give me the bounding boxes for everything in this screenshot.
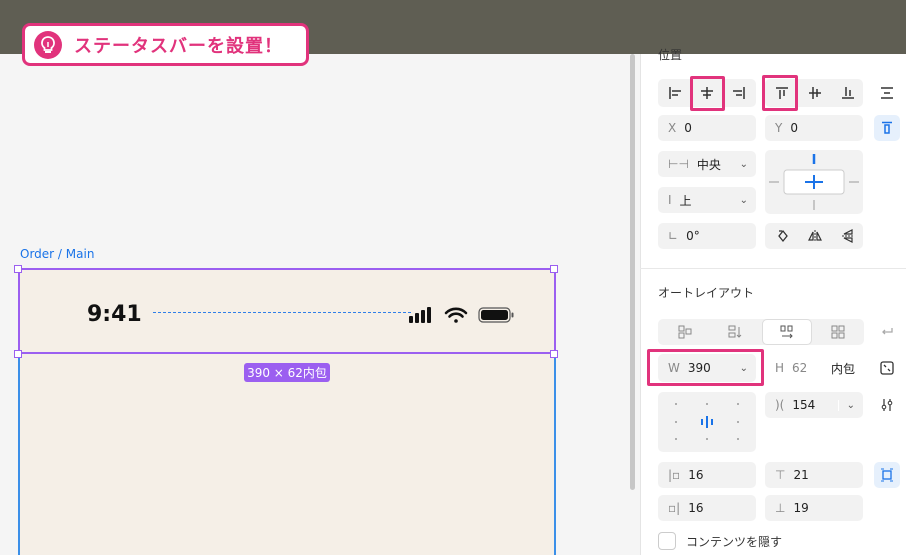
height-value: 62	[792, 361, 808, 375]
section-divider	[640, 268, 906, 269]
remove-autolayout-icon[interactable]	[874, 320, 900, 344]
chevron-down-icon: ⌄	[837, 399, 855, 411]
x-value: 0	[684, 121, 692, 135]
rotate-90-icon[interactable]	[770, 224, 796, 248]
horizontal-constraint-value: 中央	[696, 157, 721, 172]
clip-content-label: コンテンツを隠す	[686, 535, 783, 549]
y-field[interactable]: Y 0	[765, 115, 863, 141]
rotation-icon: ∟	[668, 229, 679, 243]
individual-padding-icon	[881, 468, 893, 482]
vertical-constraint-select[interactable]: I 上 ⌄	[658, 187, 756, 213]
y-label: Y	[775, 121, 783, 135]
wifi-icon	[444, 307, 468, 323]
spacing-guide	[153, 312, 411, 313]
layout-grid-icon[interactable]	[815, 320, 861, 344]
layout-vertical-icon[interactable]	[712, 320, 758, 344]
padding-bottom-field[interactable]: ⊥ 19	[765, 495, 863, 521]
highlight-width	[647, 349, 764, 386]
gap-value: 154	[792, 398, 816, 412]
dimension-tag: 390 × 62内包	[244, 363, 330, 382]
align-middle-v-icon[interactable]	[802, 81, 828, 105]
constraint-top-icon	[882, 121, 892, 134]
highlight-align-center	[690, 76, 725, 111]
rotation-value: 0°	[686, 229, 700, 243]
constraint-widget[interactable]	[765, 150, 863, 214]
tip-banner: ステータスバーを設置！	[22, 23, 309, 66]
vertical-constraint-icon: I	[668, 193, 672, 207]
canvas-scrollbar[interactable]	[630, 54, 635, 490]
vertical-constraint-value: 上	[679, 193, 692, 208]
horizontal-constraint-select[interactable]: ⊢⊣ 中央 ⌄	[658, 151, 756, 177]
battery-icon	[478, 307, 514, 323]
banner-text: ステータスバーを設置！	[74, 35, 283, 57]
highlight-align-top	[762, 75, 798, 111]
padding-bottom-icon: ⊥	[775, 501, 786, 515]
padding-right-value: 16	[688, 501, 704, 515]
distribute-icon[interactable]	[874, 81, 900, 105]
padding-top-field[interactable]: ⊤ 21	[765, 462, 863, 488]
padding-right-field[interactable]: ▫| 16	[658, 495, 756, 521]
chevron-down-icon: ⌄	[739, 194, 748, 206]
cellular-signal-icon	[409, 307, 431, 323]
resize-handle-bl[interactable]	[14, 350, 22, 358]
constraint-diagram-icon	[769, 154, 859, 210]
align-right-icon[interactable]	[726, 81, 752, 105]
layout-wrap-icon[interactable]	[662, 320, 708, 344]
flip-horizontal-icon[interactable]	[802, 224, 828, 248]
horizontal-constraint-icon: ⊢⊣	[668, 157, 689, 171]
y-value: 0	[790, 121, 798, 135]
alignment-grid[interactable]	[658, 392, 756, 452]
padding-bottom-value: 19	[793, 501, 809, 515]
padding-left-value: 16	[688, 468, 704, 482]
rotation-field[interactable]: ∟ 0°	[658, 223, 756, 249]
individual-padding-button[interactable]	[874, 462, 900, 488]
padding-top-icon: ⊤	[775, 468, 786, 482]
status-icons	[409, 305, 517, 331]
flip-vertical-icon[interactable]	[835, 224, 861, 248]
align-left-icon[interactable]	[662, 81, 688, 105]
height-field[interactable]: H 62 内包	[765, 354, 863, 382]
clip-content-checkbox[interactable]	[658, 532, 676, 550]
align-bottom-icon[interactable]	[835, 81, 861, 105]
constraint-top-button[interactable]	[874, 115, 900, 141]
padding-left-icon: |▫	[668, 468, 681, 482]
padding-top-value: 21	[793, 468, 809, 482]
gap-field[interactable]: )( 154 ⌄	[765, 392, 863, 418]
chevron-down-icon: ⌄	[739, 158, 748, 170]
height-label: H	[775, 361, 785, 375]
advanced-settings-icon[interactable]	[874, 393, 900, 417]
lightbulb-icon	[34, 30, 62, 59]
resize-handle-tr[interactable]	[550, 265, 558, 273]
resize-to-fit-icon[interactable]	[874, 355, 900, 381]
position-section-title: 位置	[658, 48, 683, 62]
padding-left-field[interactable]: |▫ 16	[658, 462, 756, 488]
height-mode: 内包	[830, 361, 855, 376]
status-time: 9:41	[87, 302, 142, 327]
resize-handle-tl[interactable]	[14, 265, 22, 273]
padding-right-icon: ▫|	[668, 501, 681, 515]
layout-horizontal-icon[interactable]	[762, 319, 812, 345]
gap-icon: )(	[775, 398, 785, 412]
x-label: X	[668, 121, 677, 135]
x-field[interactable]: X 0	[658, 115, 756, 141]
frame-label[interactable]: Order / Main	[20, 247, 94, 261]
resize-handle-br[interactable]	[550, 350, 558, 358]
alignment-dots-icon	[675, 403, 739, 440]
autolayout-section-title: オートレイアウト	[658, 286, 755, 300]
